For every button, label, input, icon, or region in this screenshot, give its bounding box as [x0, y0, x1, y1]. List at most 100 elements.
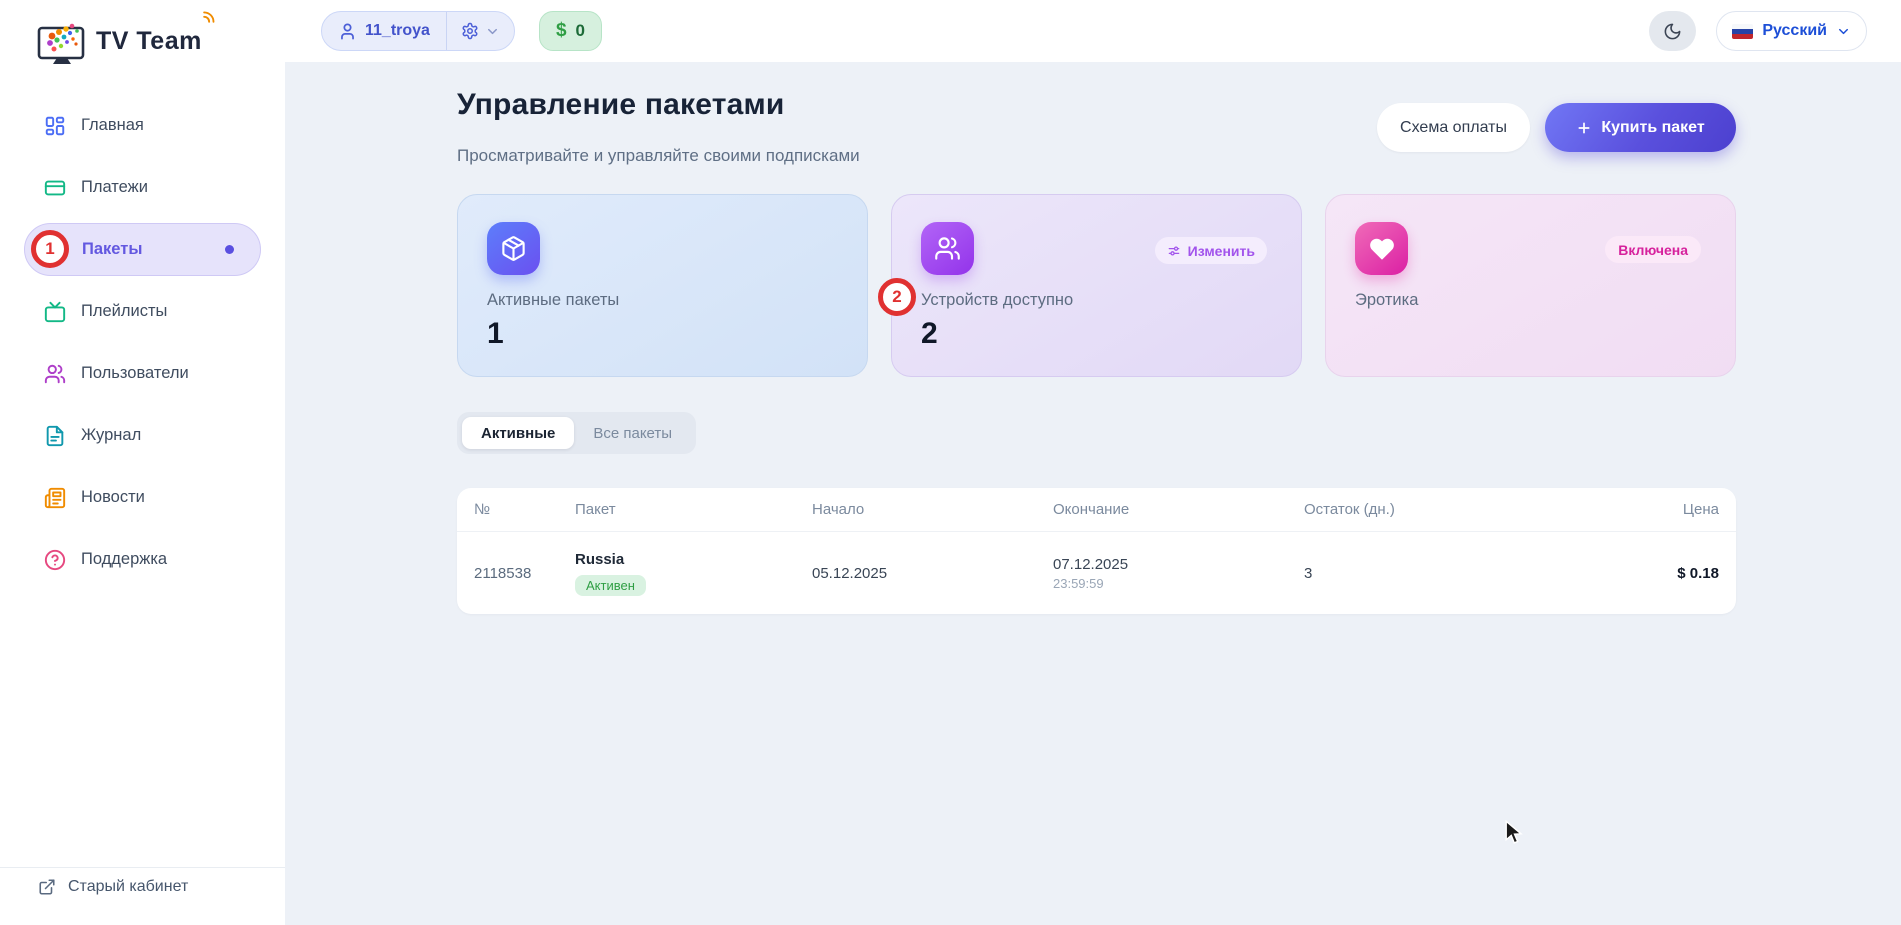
user-settings-button[interactable] [445, 12, 514, 50]
tv-logo-icon [37, 23, 85, 64]
sidebar-item-playlists[interactable]: Плейлисты [24, 285, 261, 338]
end-time: 23:59:59 [1053, 575, 1104, 591]
heart-icon [1355, 222, 1408, 275]
tab-label: Все пакеты [593, 424, 673, 442]
user-name: 11_troya [365, 22, 430, 39]
page-title: Управление пакетами [457, 88, 785, 121]
card-active-packages: Активные пакеты 1 [457, 194, 868, 377]
edit-devices-button[interactable]: Изменить [1154, 237, 1267, 264]
app-root: 11_troya $ 0 Русский TV Team Главная Пла… [0, 0, 1901, 925]
card-label: Устройств доступно [921, 291, 1074, 309]
moon-icon [1663, 22, 1682, 41]
wifi-icon [203, 11, 215, 23]
col-price: Цена [1682, 501, 1719, 518]
dollar-icon: $ [555, 20, 567, 41]
logo[interactable]: TV Team [36, 11, 215, 70]
tab-all-packages[interactable]: Все пакеты [574, 417, 691, 449]
gear-icon [461, 22, 479, 40]
packages-table: № Пакет Начало Окончание Остаток (дн.) Ц… [457, 488, 1736, 614]
status-badge-enabled: Включена [1605, 236, 1701, 263]
cell-days-left: 3 [1304, 564, 1313, 582]
sidebar-item-label: Новости [81, 488, 145, 506]
sidebar-footer-divider [0, 867, 285, 868]
sidebar-item-label: Пакеты [82, 240, 143, 258]
col-end: Окончание [1053, 501, 1130, 518]
old-cabinet-label: Старый кабинет [68, 878, 189, 895]
file-text-icon [44, 425, 66, 447]
mouse-cursor [1505, 820, 1523, 844]
payment-scheme-button[interactable]: Схема оплаты [1377, 103, 1530, 152]
sliders-icon [1167, 244, 1181, 258]
end-date: 07.12.2025 [1053, 555, 1129, 573]
col-number: № [474, 501, 491, 518]
annotation-circle-2: 2 [878, 278, 916, 316]
table-header: № Пакет Начало Окончание Остаток (дн.) Ц… [457, 488, 1736, 532]
tab-label: Активные [481, 424, 556, 442]
cell-end: 07.12.2025 23:59:59 [1053, 556, 1304, 591]
tab-active[interactable]: Активные [462, 417, 575, 449]
sidebar-item-label: Главная [81, 116, 144, 134]
sidebar-item-journal[interactable]: Журнал [24, 409, 261, 462]
user-account-button[interactable]: 11_troya [322, 12, 446, 50]
sidebar-item-support[interactable]: Поддержка [24, 533, 261, 586]
card-value: 1 [487, 317, 504, 350]
active-dot [225, 245, 234, 254]
user-menu: 11_troya [321, 11, 515, 51]
cell-id: 2118538 [474, 564, 532, 582]
cell-package: Russia Активен [575, 551, 812, 596]
card-label: Эротика [1355, 291, 1419, 309]
newspaper-icon [44, 487, 66, 509]
chevron-down-icon [485, 24, 500, 39]
users-icon [44, 363, 66, 385]
sidebar: TV Team Главная Платежи Пакеты Плейлисты… [0, 0, 285, 925]
sidebar-item-label: Платежи [81, 178, 148, 196]
package-name: Russia [575, 550, 625, 568]
user-icon [338, 22, 357, 41]
card-label: Активные пакеты [487, 291, 620, 309]
sidebar-nav: Главная Платежи Пакеты Плейлисты Пользов… [24, 99, 261, 595]
status-badge-active: Активен [575, 574, 646, 596]
sidebar-item-label: Поддержка [81, 550, 168, 568]
balance-button[interactable]: $ 0 [538, 11, 602, 51]
sidebar-item-label: Плейлисты [81, 302, 168, 320]
chevron-down-icon [1836, 24, 1851, 39]
users-icon [921, 222, 974, 275]
page-subtitle: Просматривайте и управляйте своими подпи… [457, 146, 860, 165]
brand-name: TV Team [96, 27, 202, 55]
balance-amount: 0 [575, 21, 585, 40]
topbar: 11_troya $ 0 Русский [285, 0, 1901, 62]
col-start: Начало [812, 501, 865, 518]
buy-package-label: Купить пакет [1601, 118, 1705, 136]
payment-scheme-label: Схема оплаты [1400, 118, 1507, 136]
table-row: 2118538 Russia Активен 05.12.2025 07.12.… [457, 532, 1736, 614]
sidebar-item-label: Журнал [81, 426, 142, 444]
sidebar-item-label: Пользователи [81, 364, 189, 382]
card-erotica: Включена Эротика [1325, 194, 1736, 377]
dashboard-icon [44, 115, 66, 137]
sidebar-item-users[interactable]: Пользователи [24, 347, 261, 400]
card-devices-available: Изменить Устройств доступно 2 [891, 194, 1302, 377]
col-days-left: Остаток (дн.) [1304, 501, 1395, 518]
credit-card-icon [44, 177, 66, 199]
cell-price: $ 0.18 [1677, 564, 1719, 582]
annotation-circle-1: 1 [31, 230, 69, 268]
language-selector[interactable]: Русский [1716, 11, 1867, 51]
external-link-icon [38, 878, 56, 896]
dark-mode-toggle[interactable] [1649, 11, 1697, 51]
sidebar-item-payments[interactable]: Платежи [24, 161, 261, 214]
sidebar-item-news[interactable]: Новости [24, 471, 261, 524]
cell-start: 05.12.2025 [812, 564, 888, 582]
card-value: 2 [921, 317, 938, 350]
col-package: Пакет [575, 501, 616, 518]
sidebar-item-home[interactable]: Главная [24, 99, 261, 152]
package-tabs: Активные Все пакеты [457, 412, 697, 454]
buy-package-button[interactable]: Купить пакет [1545, 103, 1736, 152]
package-cube-icon [487, 222, 540, 275]
russia-flag-icon [1732, 23, 1754, 39]
language-label: Русский [1762, 22, 1827, 39]
old-cabinet-link[interactable]: Старый кабинет [38, 878, 188, 896]
tv-icon [44, 301, 66, 323]
help-circle-icon [44, 549, 66, 571]
plus-icon [1576, 120, 1592, 136]
edit-devices-label: Изменить [1187, 242, 1255, 259]
